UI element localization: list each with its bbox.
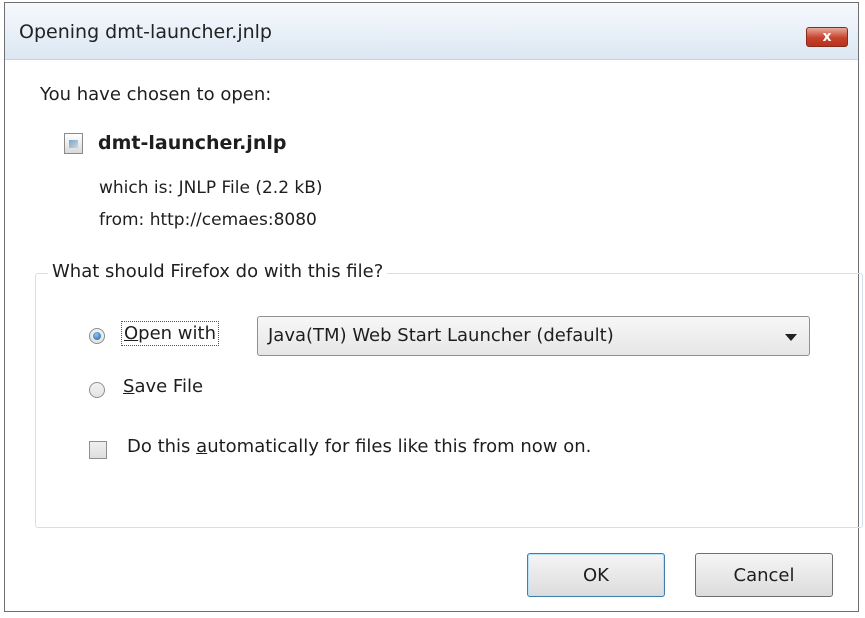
save-file-radio[interactable]	[89, 382, 105, 398]
window-title: Opening dmt-launcher.jnlp	[19, 21, 272, 43]
action-groupbox	[35, 273, 863, 528]
action-group-label: What should Firefox do with this file?	[48, 261, 388, 282]
intro-text: You have chosen to open:	[40, 84, 272, 105]
auto-action-checkbox[interactable]	[89, 441, 107, 459]
save-file-accesskey: S	[123, 376, 135, 397]
open-with-radio[interactable]	[89, 328, 105, 344]
application-select[interactable]: Java(TM) Web Start Launcher (default)	[257, 316, 810, 356]
close-button[interactable]: x	[806, 27, 848, 47]
file-type: which is: JNLP File (2.2 kB)	[99, 178, 323, 198]
save-file-label[interactable]: Save File	[123, 376, 203, 397]
button-bar: OK Cancel	[5, 530, 858, 611]
open-with-label-text: pen with	[138, 323, 216, 344]
dialog-window: Opening dmt-launcher.jnlp x You have cho…	[4, 2, 863, 612]
title-bar[interactable]: Opening dmt-launcher.jnlp x	[5, 3, 858, 60]
auto-action-label[interactable]: Do this automatically for files like thi…	[127, 436, 591, 457]
save-file-label-text: ave File	[134, 376, 204, 397]
auto-action-label-prefix: Do this	[127, 436, 197, 457]
chevron-down-icon	[785, 334, 797, 341]
dialog-body: You have chosen to open: dmt-launcher.jn…	[5, 60, 863, 611]
application-select-value: Java(TM) Web Start Launcher (default)	[268, 325, 614, 346]
open-with-label[interactable]: Open with	[121, 321, 219, 346]
open-with-accesskey: O	[124, 323, 139, 344]
auto-action-accesskey: a	[196, 436, 208, 457]
cancel-button[interactable]: Cancel	[695, 553, 833, 597]
file-name: dmt-launcher.jnlp	[98, 132, 287, 154]
ok-button[interactable]: OK	[527, 553, 665, 597]
file-source: from: http://cemaes:8080	[99, 210, 317, 230]
file-icon	[64, 133, 83, 154]
auto-action-label-suffix: utomatically for files like this from no…	[207, 436, 592, 457]
close-icon: x	[822, 29, 832, 45]
